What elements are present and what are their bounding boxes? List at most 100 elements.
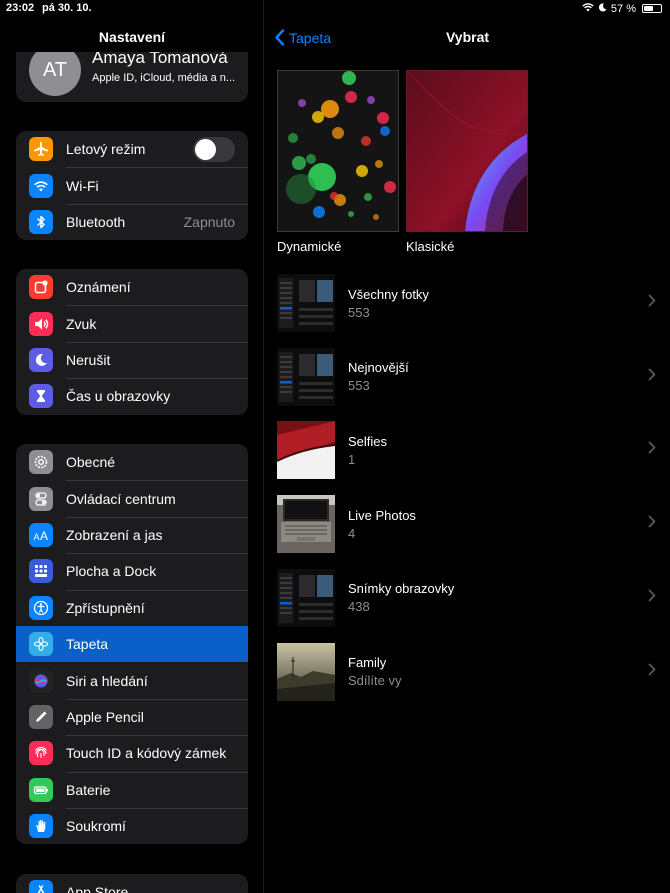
wifi-icon [29,173,53,198]
moon-status-icon [598,2,607,15]
chevron-right-icon [648,663,656,675]
fingerprint-icon [29,741,53,766]
album-thumbnail [277,568,335,627]
album-count: Sdílíte vy [348,673,402,688]
sidebar-item-label: Soukromí [66,818,126,835]
sidebar-item-label: Obecné [66,454,116,471]
sidebar-item-label: Zobrazení a jas [66,526,163,543]
album-info: Všechny fotky 553 [348,287,648,320]
sidebar-title: Nastavení [98,29,166,45]
hourglass-icon [29,384,53,409]
album-name: Všechny fotky [348,286,429,302]
sidebar-item-label: Siri a hledání [66,672,148,689]
album-thumbnail [277,421,335,480]
sidebar-item-label: Oznámení [66,279,131,296]
wallpaper-classic[interactable] [406,70,528,232]
sidebar-item-speaker[interactable]: Zvuk [16,305,248,341]
sidebar-item-pencil[interactable]: Apple Pencil [16,698,248,735]
album-row[interactable]: Snímky obrazovky 438 [277,568,670,628]
chevron-right-icon [648,368,656,381]
classic-wallpaper-image [407,71,527,231]
album-thumbnail [277,495,335,554]
album-row[interactable]: Nejnovější 553 [277,347,670,407]
sidebar-item-label: Zpřístupnění [66,599,145,616]
airplane-mode-toggle[interactable] [193,136,235,162]
notifications-icon [29,275,53,300]
sidebar-item-appstore[interactable]: App Store [16,874,248,893]
sidebar-item-label: Baterie [66,781,111,798]
sidebar-item-label: App Store [66,884,129,893]
sidebar-item-label: Bluetooth [66,213,126,230]
bubbles-wallpaper-image [286,71,396,220]
settings-group-notifications: Oznámení Zvuk Nerušit Čas u obrazovky [16,269,248,415]
album-count: 1 [348,451,356,467]
wallpaper-dynamic[interactable] [277,70,399,232]
pencil-icon [29,704,53,729]
sidebar-item-flower[interactable]: Tapeta [16,625,248,663]
battery-icon [29,777,53,802]
sidebar-item-accessibility[interactable]: Zpřístupnění [16,589,248,626]
bluetooth-icon [29,209,53,234]
sidebar-item-airplane[interactable]: Letový režim [16,131,248,167]
gear-icon [29,450,53,475]
album-name: Selfies [348,433,388,449]
album-name: Snímky obrazovky [348,581,455,597]
album-row[interactable]: Family Sdílíte vy [277,642,670,702]
chevron-right-icon [648,515,656,528]
album-info: Family Sdílíte vy [348,655,648,688]
album-name: Family [348,655,387,670]
wallpaper-choose-panel: Tapeta Vybrat Dynamické Klasické Všechny… [265,0,670,893]
wallpaper-classic-label: Klasické [406,239,455,254]
sidebar-item-battery[interactable]: Baterie [16,771,248,808]
status-time: 23:02 [6,2,35,14]
sidebar-item-label: Ovládací centrum [66,490,176,507]
sidebar-item-hand[interactable]: Soukromí [16,807,248,844]
svg-text:A: A [40,529,48,543]
album-chevron [648,663,656,681]
sidebar-item-label: Letový režim [66,141,146,158]
svg-text:A: A [34,532,40,542]
settings-sidebar: Nastavení AT Amaya Tomanová Apple ID, iC… [0,0,264,893]
album-count: 553 [348,378,370,394]
sidebar-item-label: Tapeta [66,636,109,653]
sidebar-item-text-size[interactable]: A A Zobrazení a jas [16,516,248,553]
album-thumbnail [277,274,335,332]
sidebar-item-label: Wi-Fi [66,177,99,194]
sidebar-item-toggles[interactable]: Ovládací centrum [16,480,248,516]
airplane-icon [29,137,53,162]
album-chevron [648,368,656,386]
settings-group-connectivity: Letový režim Wi-Fi Bluetooth Zapnuto [16,131,248,241]
sidebar-item-siri[interactable]: Siri a hledání [16,662,248,698]
status-right: 57 % [582,2,662,15]
sidebar-item-bluetooth[interactable]: Bluetooth Zapnuto [16,203,248,240]
album-count: 438 [348,599,370,615]
toggles-icon [29,486,53,511]
album-name: Nejnovější [348,360,409,376]
sidebar-item-hourglass[interactable]: Čas u obrazovky [16,378,248,414]
album-row[interactable]: Live Photos 4 [277,494,670,554]
wifi-status-icon [582,2,594,15]
album-row[interactable]: Všechny fotky 553 [277,273,670,333]
chevron-right-icon [648,589,656,602]
flower-icon [29,632,53,657]
sidebar-item-grid[interactable]: Plocha a Dock [16,553,248,589]
sidebar-item-label: Zvuk [66,315,97,332]
speaker-icon [29,311,53,336]
sidebar-item-fingerprint[interactable]: Touch ID a kódový zámek [16,735,248,771]
profile-card[interactable]: AT Amaya Tomanová Apple ID, iCloud, médi… [16,52,248,102]
moon-icon [29,347,53,372]
sidebar-item-label: Touch ID a kódový zámek [66,745,227,762]
album-info: Selfies 1 [348,434,648,467]
sidebar-item-wifi[interactable]: Wi-Fi [16,167,248,203]
album-chevron [648,589,656,607]
album-chevron [648,441,656,459]
sidebar-item-label: Apple Pencil [66,708,144,725]
sidebar-item-moon[interactable]: Nerušit [16,341,248,378]
sidebar-item-gear[interactable]: Obecné [16,444,248,480]
sidebar-item-label: Čas u obrazovky [66,388,171,405]
sidebar-item-notifications[interactable]: Oznámení [16,269,248,305]
album-info: Nejnovější 553 [348,360,648,393]
album-row[interactable]: Selfies 1 [277,420,670,480]
accessibility-icon [29,595,53,620]
settings-group-store: App Store [16,874,248,893]
